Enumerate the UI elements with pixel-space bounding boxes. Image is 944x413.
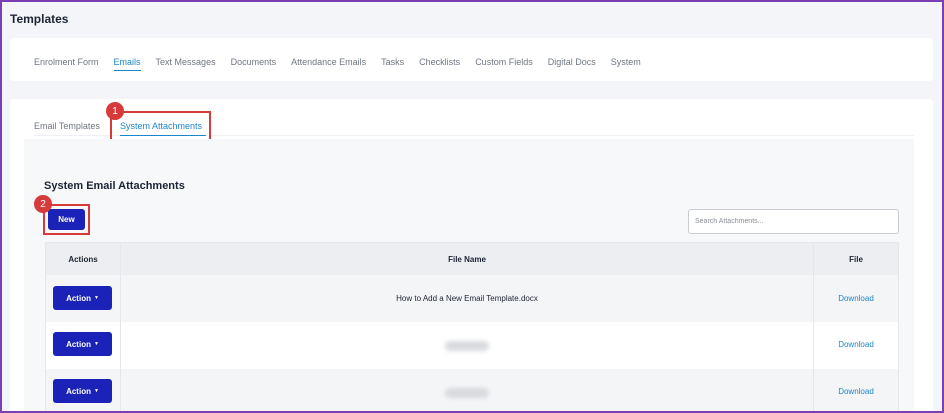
- subtab-system-attachments[interactable]: System Attachments: [120, 121, 202, 131]
- step-badge-1: 1: [106, 102, 124, 120]
- page-title: Templates: [10, 12, 69, 26]
- tab-documents[interactable]: Documents: [231, 57, 277, 71]
- caret-down-icon: ▼: [93, 341, 99, 347]
- redacted-file-name: [445, 388, 489, 398]
- column-divider: [813, 243, 814, 411]
- sub-tab-bar: Email Templates: [34, 121, 100, 131]
- table-header: Actions File Name File: [46, 243, 898, 275]
- header-file-name: File Name: [448, 254, 486, 264]
- content-card: Email Templates System Attachments 1 Sys…: [10, 99, 933, 411]
- action-dropdown-button[interactable]: Action ▼: [53, 286, 112, 310]
- attachments-table: Actions File Name File Action ▼ How to A…: [45, 242, 899, 411]
- tab-digital-docs[interactable]: Digital Docs: [548, 57, 596, 71]
- table-row: Action ▼ Download: [46, 369, 898, 411]
- main-tab-bar: Enrolment Form Emails Text Messages Docu…: [34, 57, 641, 71]
- header-file: File: [849, 254, 863, 264]
- main-tabs-card: Enrolment Form Emails Text Messages Docu…: [10, 38, 933, 81]
- action-label: Action: [66, 386, 91, 396]
- caret-down-icon: ▼: [93, 295, 99, 301]
- tab-enrolment-form[interactable]: Enrolment Form: [34, 57, 99, 71]
- file-name: How to Add a New Email Template.docx: [396, 294, 538, 303]
- action-dropdown-button[interactable]: Action ▼: [53, 379, 112, 403]
- column-divider: [120, 243, 121, 411]
- tab-attendance-emails[interactable]: Attendance Emails: [291, 57, 366, 71]
- step-badge-2: 2: [34, 195, 52, 213]
- section-title: System Email Attachments: [44, 180, 185, 192]
- action-dropdown-button[interactable]: Action ▼: [53, 332, 112, 356]
- active-subtab-underline: [120, 135, 206, 136]
- new-button[interactable]: New: [48, 209, 85, 230]
- tab-system[interactable]: System: [611, 57, 641, 71]
- app-frame: Templates Enrolment Form Emails Text Mes…: [0, 0, 944, 413]
- highlight-box-system-attachments: System Attachments: [110, 111, 211, 141]
- table-row: Action ▼ How to Add a New Email Template…: [46, 275, 898, 322]
- header-actions: Actions: [68, 254, 98, 264]
- tab-custom-fields[interactable]: Custom Fields: [475, 57, 533, 71]
- download-link[interactable]: Download: [814, 387, 898, 396]
- tab-text-messages[interactable]: Text Messages: [156, 57, 216, 71]
- redacted-file-name: [445, 341, 489, 351]
- download-link[interactable]: Download: [814, 340, 898, 349]
- search-attachments-input[interactable]: [688, 209, 899, 234]
- tab-emails[interactable]: Emails: [113, 57, 141, 71]
- subtab-email-templates[interactable]: Email Templates: [34, 121, 100, 131]
- table-row: Action ▼ Download: [46, 322, 898, 369]
- action-label: Action: [66, 339, 91, 349]
- tab-tasks[interactable]: Tasks: [381, 57, 404, 71]
- action-label: Action: [66, 293, 91, 303]
- caret-down-icon: ▼: [93, 388, 99, 394]
- tab-checklists[interactable]: Checklists: [419, 57, 460, 71]
- download-link[interactable]: Download: [814, 294, 898, 303]
